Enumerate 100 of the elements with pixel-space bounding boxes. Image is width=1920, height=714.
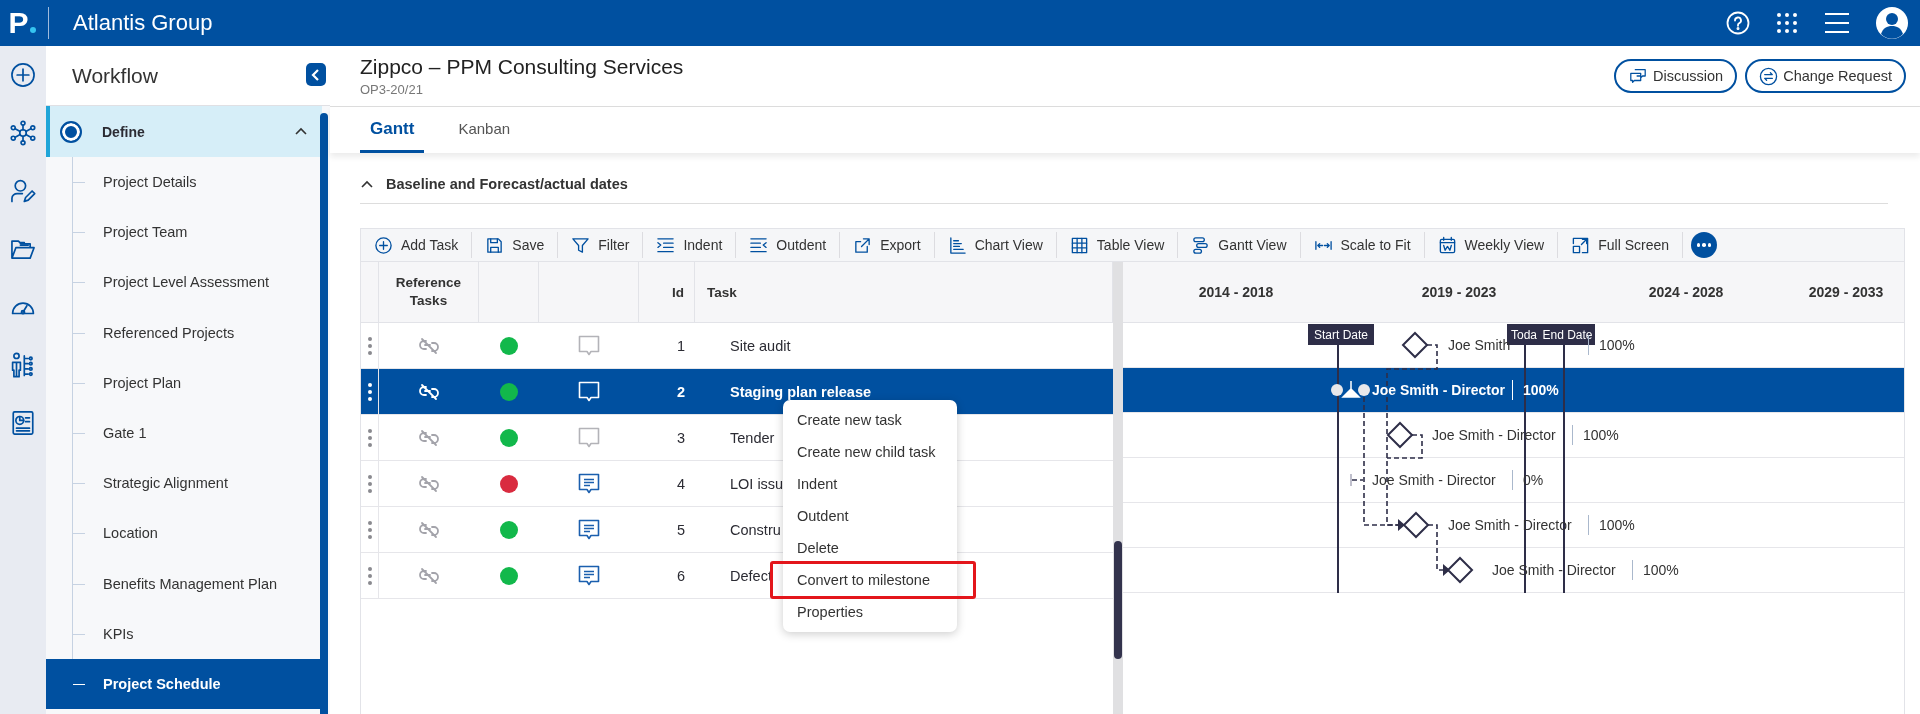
resource-label: Joe Smith - Director: [1372, 472, 1496, 488]
swap-icon: [1759, 66, 1779, 86]
task-tick-icon: [1350, 473, 1352, 487]
message-icon[interactable]: [577, 517, 601, 542]
milestone-icon[interactable]: [1401, 331, 1429, 359]
export-icon: [853, 235, 873, 255]
milestone-icon[interactable]: [1402, 511, 1430, 539]
table-icon: [1069, 235, 1089, 255]
table-cell-text: 1: [676, 337, 686, 354]
milestone-icon[interactable]: [1386, 421, 1414, 449]
chevron-up-icon[interactable]: [360, 179, 374, 189]
menu-item[interactable]: Indent: [783, 468, 957, 500]
phase-status-icon: [60, 120, 82, 143]
workflow-item[interactable]: Project Details: [46, 157, 323, 208]
report-icon[interactable]: [10, 410, 36, 436]
workflow-item[interactable]: Gate 1: [46, 407, 323, 459]
discussion-button[interactable]: Discussion: [1614, 59, 1738, 93]
collapse-button[interactable]: [306, 63, 326, 86]
table-cell-text: Tender: [729, 429, 775, 446]
drag-handle-icon[interactable]: [367, 336, 372, 355]
avatar-icon[interactable]: [1876, 7, 1908, 39]
toolbar-button[interactable]: Indent: [643, 232, 737, 258]
toolbar-button[interactable]: Add Task: [361, 232, 473, 258]
milestone-icon[interactable]: [1446, 556, 1474, 584]
scrollbar-thumb[interactable]: [1114, 541, 1122, 659]
chevron-left-icon: [311, 67, 321, 82]
workflow-item[interactable]: Project Schedule: [46, 658, 323, 710]
workflow-item[interactable]: Project Level Assessment: [46, 257, 323, 308]
menu-icon[interactable]: [1824, 12, 1850, 34]
resource-label: Joe Smith - Director: [1372, 382, 1506, 398]
timeline-period: 2029 - 2033: [1808, 284, 1884, 300]
network-icon[interactable]: [10, 120, 36, 146]
project-code: OP3-20/21: [360, 82, 424, 97]
toolbar-button[interactable]: Table View: [1056, 232, 1179, 258]
panel-title: Workflow: [72, 63, 158, 88]
toolbar-button[interactable]: Full Screen: [1558, 232, 1683, 258]
table-cell-text: 4: [676, 475, 686, 492]
phase-label: Define: [102, 123, 146, 140]
comment-icon[interactable]: [577, 379, 601, 404]
workflow-item[interactable]: Referenced Projects: [46, 307, 323, 358]
date-marker-label: Toda: [1507, 324, 1541, 345]
org-chart-icon[interactable]: [10, 352, 36, 378]
table-cell-text: 6: [676, 567, 686, 584]
timeline-period: 2019 - 2023: [1421, 284, 1497, 300]
toolbar-button[interactable]: Chart View: [934, 232, 1057, 258]
progress-label: 100%: [1572, 425, 1619, 445]
apps-grid-icon[interactable]: [1776, 12, 1798, 34]
drag-handle-icon[interactable]: [367, 428, 372, 447]
toolbar-button[interactable]: Gantt View: [1178, 232, 1301, 258]
table-cell-text: 2: [676, 383, 686, 400]
toolbar-button[interactable]: Save: [472, 232, 559, 258]
table-cell-text: Constru: [729, 521, 781, 538]
workflow-item[interactable]: Strategic Alignment: [46, 458, 323, 509]
drag-handle-icon[interactable]: [367, 474, 372, 493]
table-cell-text: Defect: [729, 567, 772, 584]
change-request-button[interactable]: Change Request: [1745, 59, 1906, 93]
view-tab[interactable]: Kanban: [448, 107, 521, 153]
scrollbar-thumb[interactable]: [320, 113, 328, 714]
table-cell-text: Staging plan release: [729, 383, 872, 400]
workflow-item[interactable]: Project Plan: [46, 357, 323, 408]
message-icon[interactable]: [577, 471, 601, 496]
project-title: Zippco – PPM Consulting Services: [360, 55, 684, 79]
user-edit-icon[interactable]: [10, 178, 36, 204]
more-button[interactable]: [1691, 232, 1717, 258]
date-marker-label: End Date: [1540, 324, 1595, 345]
message-icon[interactable]: [577, 563, 601, 588]
workflow-item[interactable]: Location: [46, 508, 323, 559]
task-row[interactable]: 2 Staging plan release: [361, 369, 1113, 415]
filter-icon: [571, 235, 591, 255]
toolbar-button[interactable]: Scale to Fit: [1300, 232, 1425, 258]
workflow-item[interactable]: Benefits Management Plan: [46, 558, 323, 609]
toolbar-button[interactable]: Filter: [558, 232, 644, 258]
plus-circle-icon[interactable]: [10, 62, 36, 88]
phase-item[interactable]: Define: [46, 106, 322, 157]
chart-view-icon: [947, 235, 967, 255]
menu-item[interactable]: Properties: [783, 596, 957, 628]
workflow-item[interactable]: Project Team: [46, 207, 323, 258]
drag-handle-icon[interactable]: [367, 566, 372, 585]
timeline-period: 2024 - 2028: [1648, 284, 1724, 300]
timeline-period: 2014 - 2018: [1198, 284, 1274, 300]
menu-item[interactable]: Convert to milestone: [770, 561, 976, 599]
drag-handle-icon[interactable]: [367, 382, 372, 401]
workflow-item[interactable]: KPIs: [46, 608, 323, 659]
column-header: Reference Tasks: [394, 274, 463, 310]
help-icon[interactable]: [1726, 11, 1750, 35]
milestone-handle-icon[interactable]: [1331, 380, 1370, 398]
toolbar-button[interactable]: Export: [840, 232, 935, 258]
table-cell-text: LOI issu: [729, 475, 784, 492]
toolbar-button[interactable]: Weekly View: [1424, 232, 1559, 258]
table-cell-text: 5: [676, 521, 686, 538]
progress-label: 100%: [1632, 560, 1679, 580]
chat-icon: [1628, 67, 1649, 85]
view-tab[interactable]: Gantt: [360, 107, 425, 153]
toolbar-button[interactable]: Outdent: [736, 232, 841, 258]
outdent-icon: [749, 235, 769, 255]
chevron-up-icon: [294, 126, 308, 137]
progress-label: 100%: [1512, 380, 1559, 400]
progress-label: 100%: [1588, 515, 1635, 535]
drag-handle-icon[interactable]: [367, 520, 372, 539]
gantt-view-icon: [1191, 235, 1211, 255]
